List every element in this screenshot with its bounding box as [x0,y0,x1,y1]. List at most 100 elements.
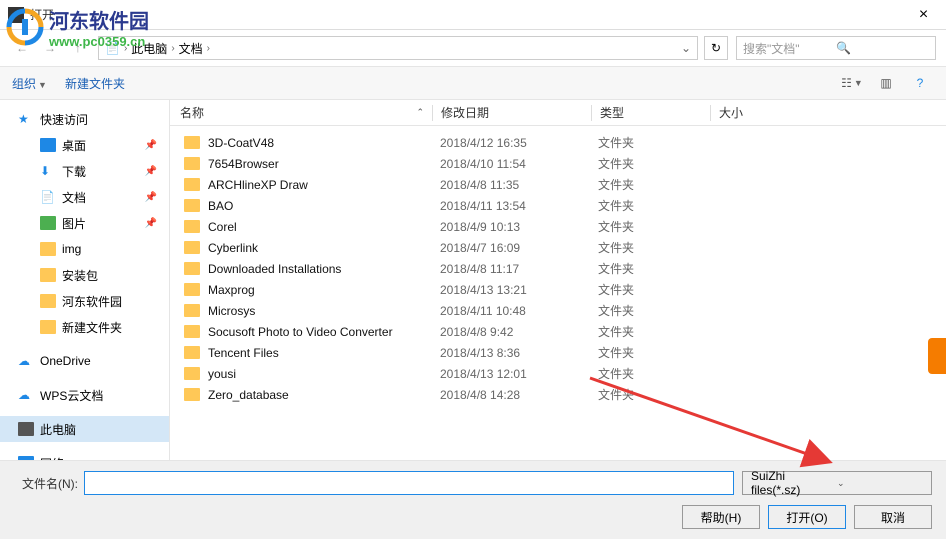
file-date: 2018/4/12 16:35 [440,136,598,150]
file-name: Zero_database [208,388,440,402]
network-icon [18,456,34,460]
address-bar: ← → ↑ 📄 › 此电脑 › 文档 › ⌄ ↻ 搜索"文档" 🔍 [0,30,946,66]
computer-icon [18,422,34,436]
breadcrumb-item[interactable]: 文档 [179,40,203,57]
help-button[interactable]: ? [906,72,934,94]
sidebar-item-documents[interactable]: 📄文档📌 [0,184,169,210]
filetype-select[interactable]: SuiZhi files(*.sz) ⌄ [742,471,932,495]
folder-icon [184,199,200,212]
file-name: BAO [208,199,440,213]
file-type: 文件夹 [598,197,708,214]
file-name: Microsys [208,304,440,318]
file-row[interactable]: Corel2018/4/9 10:13文件夹 [170,216,946,237]
column-date[interactable]: 修改日期 [441,104,591,121]
pin-icon: 📌 [145,140,157,151]
sidebar: ★ 快速访问 桌面📌 ⬇下载📌 📄文档📌 图片📌 img 安装包 河东软件园 新… [0,100,170,460]
file-type: 文件夹 [598,344,708,361]
app-icon [8,7,24,23]
file-name: ARCHlineXP Draw [208,178,440,192]
column-name[interactable]: 名称⌃ [180,104,432,121]
sort-asc-icon: ⌃ [416,107,424,118]
file-date: 2018/4/13 8:36 [440,346,598,360]
cancel-button[interactable]: 取消 [854,505,932,529]
file-name: Downloaded Installations [208,262,440,276]
cloud-icon: ☁ [18,388,34,402]
folder-icon [184,367,200,380]
file-list-header: 名称⌃ 修改日期 类型 大小 [170,100,946,126]
file-date: 2018/4/11 13:54 [440,199,598,213]
star-icon: ★ [18,112,34,126]
chevron-right-icon: › [207,43,210,54]
search-input[interactable]: 搜索"文档" 🔍 [736,36,936,60]
sidebar-item-desktop[interactable]: 桌面📌 [0,132,169,158]
open-button[interactable]: 打开(O) [768,505,846,529]
file-row[interactable]: Maxprog2018/4/13 13:21文件夹 [170,279,946,300]
sidebar-item-pictures[interactable]: 图片📌 [0,210,169,236]
sidebar-item-downloads[interactable]: ⬇下载📌 [0,158,169,184]
file-type: 文件夹 [598,239,708,256]
folder-icon [184,178,200,191]
nav-forward-button[interactable]: → [38,36,62,60]
folder-icon [184,220,200,233]
file-row[interactable]: Socusoft Photo to Video Converter2018/4/… [170,321,946,342]
sidebar-wps[interactable]: ☁WPS云文档 [0,382,169,408]
file-type: 文件夹 [598,134,708,151]
filename-input[interactable] [84,471,734,495]
file-date: 2018/4/7 16:09 [440,241,598,255]
new-folder-button[interactable]: 新建文件夹 [65,75,125,92]
file-row[interactable]: Downloaded Installations2018/4/8 11:17文件… [170,258,946,279]
file-type: 文件夹 [598,281,708,298]
pin-icon: 📌 [145,166,157,177]
breadcrumb-item[interactable]: 此电脑 [131,40,167,57]
close-button[interactable]: × [901,0,946,30]
pin-icon: 📌 [145,218,157,229]
file-name: Corel [208,220,440,234]
file-date: 2018/4/8 9:42 [440,325,598,339]
breadcrumb-dropdown-icon[interactable]: ⌄ [681,41,691,55]
file-row[interactable]: Cyberlink2018/4/7 16:09文件夹 [170,237,946,258]
file-row[interactable]: 7654Browser2018/4/10 11:54文件夹 [170,153,946,174]
sidebar-network[interactable]: 网络 [0,450,169,460]
chevron-down-icon: ⌄ [837,478,923,489]
window-titlebar: 打开 × [0,0,946,30]
column-size[interactable]: 大小 [719,104,799,121]
nav-back-button[interactable]: ← [10,36,34,60]
folder-icon [184,283,200,296]
file-row[interactable]: 3D-CoatV482018/4/12 16:35文件夹 [170,132,946,153]
nav-up-button[interactable]: ↑ [66,36,90,60]
folder-icon [184,157,200,170]
help-button[interactable]: 帮助(H) [682,505,760,529]
file-row[interactable]: Tencent Files2018/4/13 8:36文件夹 [170,342,946,363]
folder-icon [184,346,200,359]
search-icon: 🔍 [836,41,929,55]
file-row[interactable]: Zero_database2018/4/8 14:28文件夹 [170,384,946,405]
sidebar-quick-access[interactable]: ★ 快速访问 [0,106,169,132]
breadcrumb-root-icon: 📄 [105,41,120,55]
refresh-button[interactable]: ↻ [704,36,728,60]
file-row[interactable]: ARCHlineXP Draw2018/4/8 11:35文件夹 [170,174,946,195]
sidebar-item-folder[interactable]: 新建文件夹 [0,314,169,340]
file-name: yousi [208,367,440,381]
column-type[interactable]: 类型 [600,104,710,121]
file-date: 2018/4/10 11:54 [440,157,598,171]
download-icon: ⬇ [40,164,56,178]
file-row[interactable]: yousi2018/4/13 12:01文件夹 [170,363,946,384]
breadcrumb[interactable]: 📄 › 此电脑 › 文档 › ⌄ [98,36,698,60]
window-title: 打开 [30,6,901,23]
folder-icon [184,304,200,317]
sidebar-item-folder[interactable]: 河东软件园 [0,288,169,314]
view-mode-button[interactable]: ☷▼ [838,72,866,94]
sidebar-item-folder[interactable]: img [0,236,169,262]
file-date: 2018/4/11 10:48 [440,304,598,318]
organize-button[interactable]: 组织▼ [12,75,47,92]
file-row[interactable]: Microsys2018/4/11 10:48文件夹 [170,300,946,321]
sidebar-this-pc[interactable]: 此电脑 [0,416,169,442]
file-name: 3D-CoatV48 [208,136,440,150]
sidebar-item-folder[interactable]: 安装包 [0,262,169,288]
sidebar-onedrive[interactable]: ☁OneDrive [0,348,169,374]
file-type: 文件夹 [598,155,708,172]
dialog-footer: 文件名(N): SuiZhi files(*.sz) ⌄ 帮助(H) 打开(O)… [0,460,946,539]
file-row[interactable]: BAO2018/4/11 13:54文件夹 [170,195,946,216]
folder-icon [184,325,200,338]
preview-pane-button[interactable]: ▥ [872,72,900,94]
